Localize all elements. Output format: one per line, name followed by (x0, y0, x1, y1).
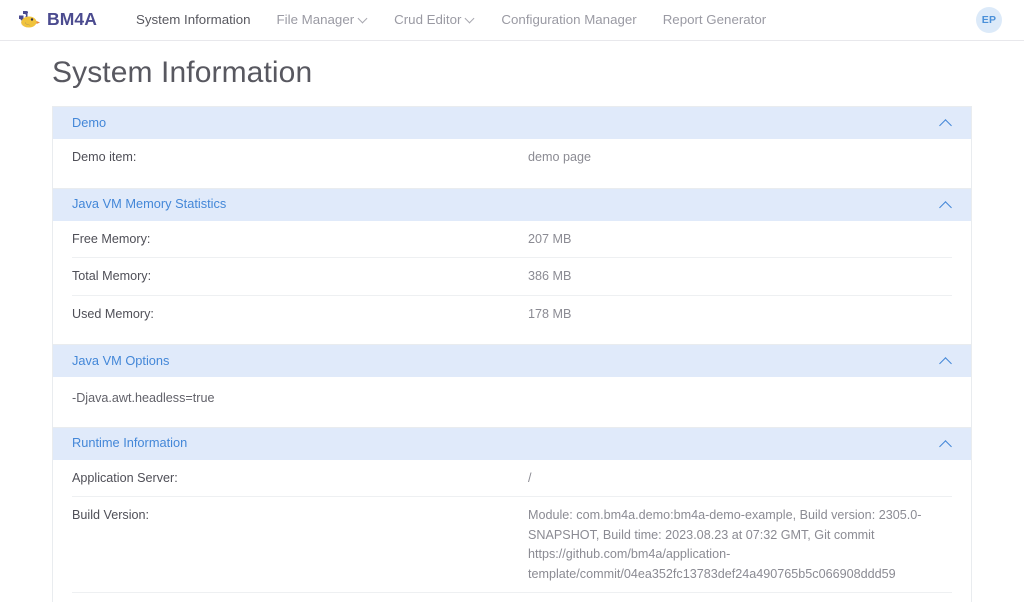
nav-item-crud-editor[interactable]: Crud Editor (381, 3, 488, 36)
nav-item-label: File Manager (276, 12, 355, 28)
panel-header-demo[interactable]: Demo (53, 107, 971, 139)
panel-body-runtime-information: Application Server: / Build Version: Mod… (53, 459, 971, 602)
chevron-up-icon[interactable] (939, 119, 953, 128)
vm-options-text: -Djava.awt.headless=true (72, 391, 215, 406)
nav-item-label: Report Generator (662, 12, 767, 28)
panel-header-runtime-information[interactable]: Runtime Information (53, 427, 971, 460)
info-label: Free Memory: (72, 231, 151, 246)
nav-item-label: Configuration Manager (501, 12, 637, 28)
app-window: BM4A System Information File Manager Cru… (0, 0, 1024, 602)
info-label: Total Memory: (72, 269, 152, 284)
panel-header-java-vm-memory-statistics[interactable]: Java VM Memory Statistics (53, 188, 971, 221)
info-value: 386 MB (528, 269, 572, 284)
info-row: Uptime: 1 Days, 11 Hours, 43 Minutes, 29… (72, 593, 952, 602)
info-row: Demo item: demo page (72, 139, 952, 176)
panel-demo: Demo Demo item: demo page (52, 106, 972, 188)
info-row: Free Memory: 207 MB (72, 221, 952, 259)
avatar-initials: EP (981, 14, 997, 26)
info-row: Application Server: / (72, 460, 952, 498)
info-value: 207 MB (528, 231, 572, 246)
brand-logo-link[interactable]: BM4A (14, 9, 97, 31)
info-row: Total Memory: 386 MB (72, 258, 952, 296)
brand-name: BM4A (47, 9, 97, 30)
info-value: 178 MB (528, 306, 572, 321)
bird-puzzle-logo-icon (19, 11, 40, 28)
info-value: demo page (528, 150, 592, 164)
panel-runtime-information: Runtime Information Application Server: … (52, 426, 972, 602)
page-content: System Information Demo Demo item: demo … (0, 41, 1024, 602)
user-avatar[interactable]: EP (976, 7, 1002, 33)
chevron-up-icon[interactable] (939, 439, 953, 448)
panel-title: Java VM Memory Statistics (72, 196, 227, 212)
panel-java-vm-options: Java VM Options -Djava.awt.headless=true (52, 344, 972, 427)
nav-item-report-generator[interactable]: Report Generator (650, 3, 779, 36)
chevron-down-icon (359, 14, 368, 23)
info-row: Build Version: Module: com.bm4a.demo:bm4… (72, 497, 952, 594)
info-value: / (528, 470, 532, 485)
panel-body-demo: Demo item: demo page (53, 139, 971, 188)
panel-body-java-vm-memory-statistics: Free Memory: 207 MB Total Memory: 386 MB… (53, 220, 971, 345)
info-value: Module: com.bm4a.demo:bm4a-demo-example,… (528, 508, 922, 581)
nav-item-system-information[interactable]: System Information (123, 3, 264, 36)
info-label: Build Version: (72, 508, 150, 523)
info-label: Used Memory: (72, 306, 154, 321)
panel-body-java-vm-options: -Djava.awt.headless=true (53, 377, 971, 427)
nav-item-label: System Information (136, 12, 251, 28)
panel-header-java-vm-options[interactable]: Java VM Options (53, 345, 971, 378)
nav-item-configuration-manager[interactable]: Configuration Manager (488, 3, 649, 36)
nav-links: System Information File Manager Crud Edi… (123, 3, 976, 36)
info-label: Application Server: (72, 470, 178, 485)
page-title: System Information (52, 56, 313, 89)
chevron-down-icon (466, 14, 475, 23)
panel-title: Runtime Information (72, 435, 188, 451)
panel-title: Java VM Options (72, 352, 170, 368)
chevron-up-icon[interactable] (939, 200, 953, 209)
info-row: Used Memory: 178 MB (72, 296, 952, 333)
top-navigation-bar: BM4A System Information File Manager Cru… (0, 0, 1024, 41)
nav-item-file-manager[interactable]: File Manager (264, 3, 382, 36)
info-label: Demo item: (72, 150, 137, 164)
panel-java-vm-memory-statistics: Java VM Memory Statistics Free Memory: 2… (52, 187, 972, 345)
panel-title: Demo (72, 114, 107, 130)
chevron-up-icon[interactable] (939, 357, 953, 366)
nav-item-label: Crud Editor (394, 12, 462, 28)
